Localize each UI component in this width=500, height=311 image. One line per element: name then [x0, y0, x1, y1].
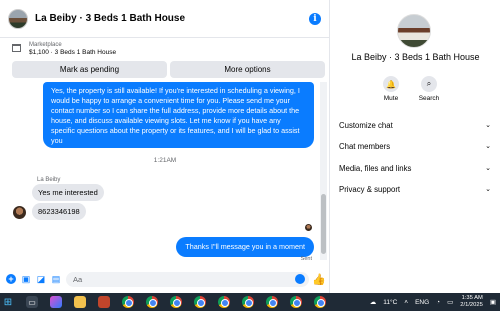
task-view-icon[interactable]: ▭: [26, 296, 38, 308]
read-receipt-avatar: [305, 224, 312, 231]
mark-as-pending-button[interactable]: Mark as pending: [12, 61, 167, 78]
chevron-down-icon: ⌄: [485, 122, 491, 129]
language[interactable]: ENG: [415, 299, 429, 306]
sticker-icon[interactable]: ◪: [36, 274, 46, 284]
mute-button[interactable]: 🔔 Mute: [381, 76, 401, 102]
search-icon: ⌕: [421, 76, 437, 92]
clock[interactable]: 1:35 AM 2/1/2025: [460, 295, 483, 309]
image-icon[interactable]: ▣: [21, 274, 31, 284]
emoji-icon[interactable]: [295, 273, 305, 284]
copilot-icon[interactable]: [50, 296, 62, 308]
incoming-message: 8623346198: [32, 203, 86, 220]
chat-scrollbar[interactable]: [320, 82, 327, 260]
sender-name: La Beiby: [37, 177, 61, 183]
chrome-icon[interactable]: [218, 296, 230, 308]
chat-members-row[interactable]: Chat members ⌄: [339, 137, 491, 155]
message-input[interactable]: Aa: [66, 271, 309, 287]
row-label: Chat members: [339, 141, 391, 151]
scroll-thumb[interactable]: [321, 194, 326, 254]
chrome-icon[interactable]: [314, 296, 326, 308]
row-label: Customize chat: [339, 120, 393, 130]
system-tray: ☁ 11°C ˄ ENG ◔ ▭ 1:35 AM 2/1/2025 ▣: [370, 293, 496, 311]
privacy-support-row[interactable]: Privacy & support ⌄: [339, 180, 491, 198]
chrome-icon[interactable]: [122, 296, 134, 308]
info-icon[interactable]: i: [309, 12, 321, 25]
like-icon[interactable]: 👍: [312, 274, 326, 286]
search-button[interactable]: ⌕ Search: [419, 76, 439, 102]
row-label: Media, files and links: [339, 163, 412, 173]
file-explorer-icon[interactable]: [74, 296, 86, 308]
outgoing-message: Thanks I"ll message you in a moment: [176, 237, 314, 257]
chrome-icon[interactable]: [194, 296, 206, 308]
windows-taskbar: ⊞ ▭ ☁ 11°C ˄ ENG ◔ ▭ 1:35 AM 2/1/2025 ▣: [0, 293, 500, 311]
chat-title[interactable]: La Beiby · 3 Beds 1 Bath House: [35, 13, 309, 24]
profile-avatar[interactable]: [397, 14, 431, 48]
incoming-message: Yes me interested: [32, 184, 104, 201]
date: 2/1/2025: [460, 302, 483, 308]
more-options-button[interactable]: More options: [170, 61, 325, 78]
chrome-icon[interactable]: [266, 296, 278, 308]
composer: + ▣ ◪ ▤ Aa 👍: [0, 268, 330, 290]
chevron-down-icon: ⌄: [485, 143, 491, 150]
marketplace-label: Marketplace: [29, 42, 62, 48]
chat-header: La Beiby · 3 Beds 1 Bath House i: [0, 0, 329, 38]
chrome-icon[interactable]: [242, 296, 254, 308]
battery-icon[interactable]: ▭: [447, 298, 453, 306]
chrome-icon[interactable]: [170, 296, 182, 308]
customize-chat-row[interactable]: Customize chat ⌄: [339, 116, 491, 134]
sender-avatar[interactable]: [13, 206, 26, 219]
bell-icon: 🔔: [383, 76, 399, 92]
message-timestamp: 1:21AM: [153, 157, 177, 164]
message-input-placeholder: Aa: [73, 274, 83, 284]
wifi-icon[interactable]: ◔: [436, 299, 440, 306]
chrome-icon[interactable]: [146, 296, 158, 308]
chrome-icon[interactable]: [290, 296, 302, 308]
start-icon[interactable]: ⊞: [2, 296, 14, 308]
weather-icon[interactable]: ☁: [370, 298, 377, 306]
app-icon[interactable]: [98, 296, 110, 308]
row-label: Privacy & support: [339, 184, 401, 194]
message-status: Sent: [300, 256, 312, 262]
chevron-down-icon: ⌄: [485, 165, 491, 172]
chat-window: La Beiby · 3 Beds 1 Bath House i Marketp…: [0, 0, 330, 293]
media-files-links-row[interactable]: Media, files and links ⌄: [339, 159, 491, 177]
mute-label: Mute: [383, 95, 399, 102]
chevron-down-icon: ⌄: [485, 186, 491, 193]
chevron-up-icon[interactable]: ˄: [404, 299, 408, 306]
plus-icon[interactable]: +: [6, 274, 16, 284]
conversation-details-panel: La Beiby · 3 Beds 1 Bath House 🔔 Mute ⌕ …: [331, 0, 500, 293]
time: 1:35 AM: [461, 295, 483, 301]
listing-title: $1,100 · 3 Beds 1 Bath House: [29, 49, 117, 56]
temperature[interactable]: 11°C: [383, 299, 397, 306]
message-list: Yes, the property is still available! If…: [0, 82, 320, 268]
outgoing-message: Yes, the property is still available! If…: [43, 82, 314, 148]
avatar[interactable]: [8, 8, 28, 29]
panel-title: La Beiby · 3 Beds 1 Bath House: [351, 52, 480, 62]
search-label: Search: [418, 95, 440, 102]
marketplace-icon: [12, 44, 21, 52]
gif-icon[interactable]: ▤: [51, 274, 61, 284]
notification-icon[interactable]: ▣: [490, 298, 496, 306]
